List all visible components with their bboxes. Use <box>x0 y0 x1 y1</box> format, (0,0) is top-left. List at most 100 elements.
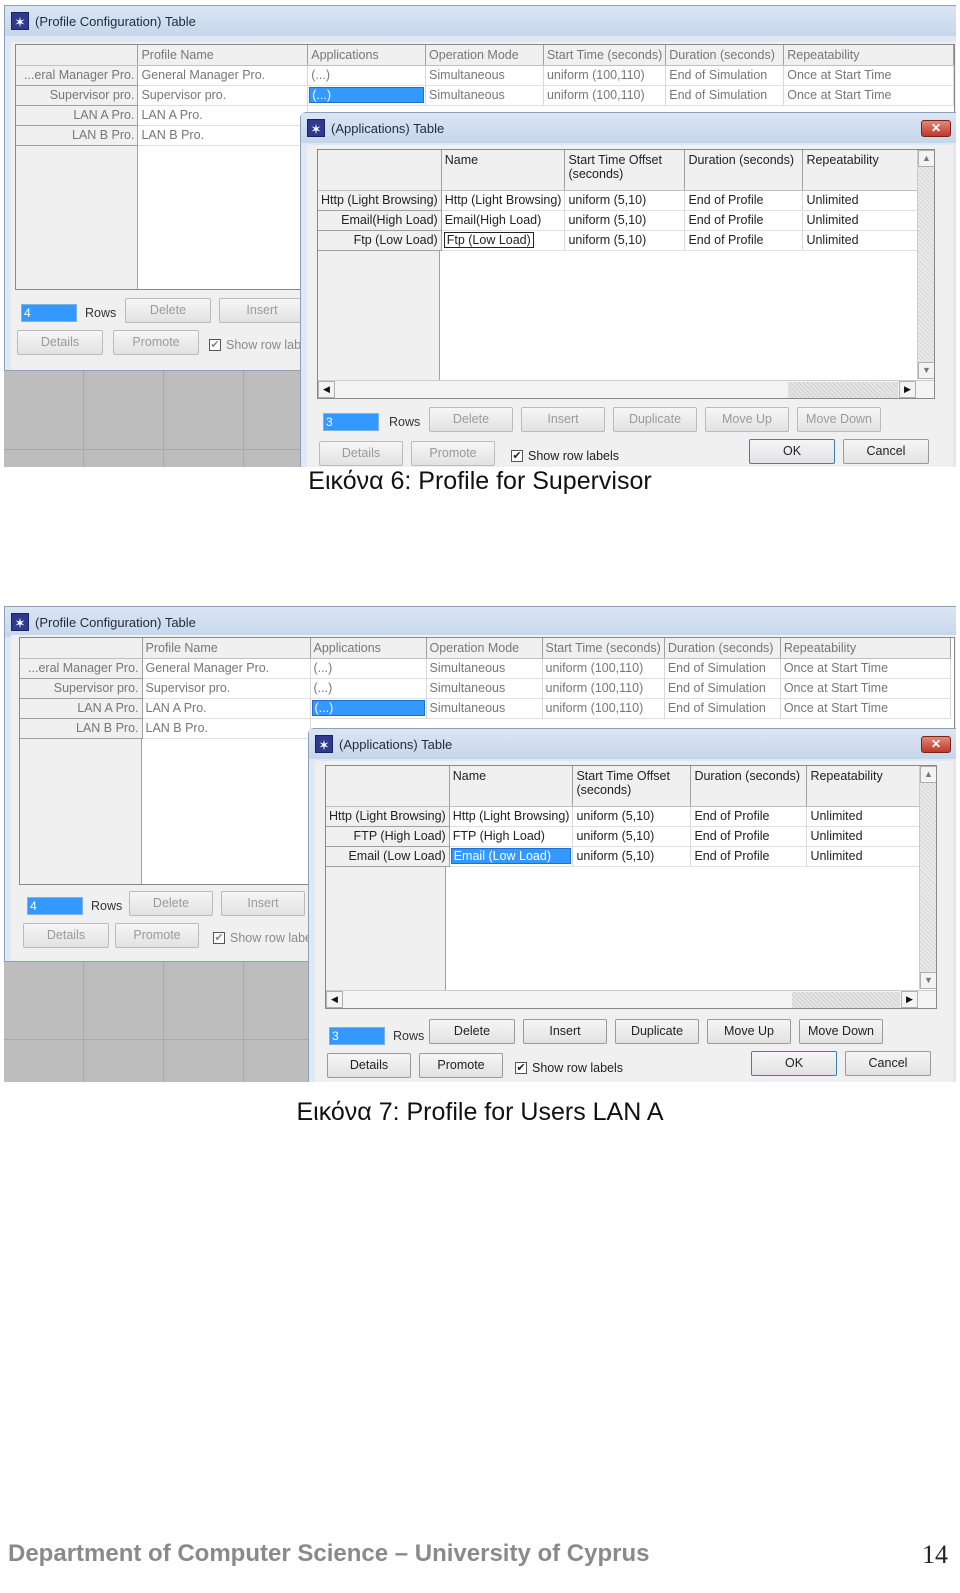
move-up-button[interactable]: Move Up <box>707 1019 791 1044</box>
checkbox-checked-icon[interactable]: ✔ <box>209 339 221 351</box>
rows-count-input[interactable]: 4 <box>21 304 77 322</box>
row-label[interactable]: Ftp (Low Load) <box>318 230 442 251</box>
cell[interactable]: End of Profile <box>690 826 808 847</box>
cell[interactable]: General Manager Pro. <box>137 65 309 86</box>
checkbox-checked-icon[interactable]: ✔ <box>213 932 225 944</box>
cell[interactable]: Simultaneous <box>425 85 544 106</box>
cell[interactable]: uniform (5,10) <box>572 806 692 827</box>
cell[interactable]: uniform (5,10) <box>564 190 686 211</box>
column-header[interactable]: Start Time Offset (seconds) <box>572 766 692 807</box>
column-header[interactable]: Applications <box>307 45 427 66</box>
cell[interactable]: Unlimited <box>806 826 928 847</box>
cell[interactable]: uniform (100,110) <box>542 658 665 679</box>
table-row[interactable]: Ftp (Low Load) Ftp (Low Load) uniform (5… <box>318 230 926 251</box>
details-button[interactable]: Details <box>23 923 109 948</box>
cell[interactable]: uniform (5,10) <box>564 210 686 231</box>
duplicate-button[interactable]: Duplicate <box>613 407 697 432</box>
row-label[interactable]: Supervisor pro. <box>16 85 139 106</box>
cell[interactable]: Supervisor pro. <box>137 85 309 106</box>
vertical-scrollbar[interactable]: ▲ ▼ <box>919 766 936 989</box>
cell[interactable]: uniform (100,110) <box>543 65 667 86</box>
ok-button[interactable]: OK <box>751 1051 837 1076</box>
focused-cell[interactable]: Ftp (Low Load) <box>441 230 566 251</box>
table-row[interactable]: ...eral Manager Pro. General Manager Pro… <box>16 65 954 86</box>
details-button[interactable]: Details <box>327 1053 411 1078</box>
details-button[interactable]: Details <box>17 330 103 355</box>
column-header[interactable]: Repeatability <box>806 766 928 807</box>
delete-button[interactable]: Delete <box>429 1019 515 1044</box>
column-header[interactable]: Duration (seconds) <box>684 150 804 191</box>
horizontal-scrollbar[interactable]: ◀ ▶ <box>326 990 936 1008</box>
cell[interactable]: Simultaneous <box>426 678 543 699</box>
cell[interactable]: Simultaneous <box>426 658 543 679</box>
show-row-labels-checkbox[interactable]: ✔ Show row labels <box>515 1061 623 1075</box>
cell[interactable]: (...) <box>307 65 427 86</box>
cancel-button[interactable]: Cancel <box>843 439 929 464</box>
promote-button[interactable]: Promote <box>411 441 495 466</box>
column-header[interactable]: Operation Mode <box>425 45 544 66</box>
close-icon[interactable]: ✕ <box>921 120 951 137</box>
vertical-scrollbar[interactable]: ▲ ▼ <box>917 150 934 379</box>
duplicate-button[interactable]: Duplicate <box>615 1019 699 1044</box>
cell[interactable]: (...) <box>310 658 427 679</box>
selected-cell[interactable]: (...) <box>307 85 427 106</box>
cell[interactable]: General Manager Pro. <box>142 658 311 679</box>
selected-cell[interactable]: (...) <box>310 698 427 719</box>
table-row[interactable]: Supervisor pro. Supervisor pro. (...) Si… <box>20 678 951 699</box>
scroll-up-icon[interactable]: ▲ <box>918 150 934 167</box>
rows-count-input[interactable]: 3 <box>329 1027 385 1045</box>
row-label[interactable]: Email (Low Load) <box>326 846 450 867</box>
row-label[interactable]: ...eral Manager Pro. <box>20 658 143 679</box>
cell[interactable]: uniform (5,10) <box>572 826 692 847</box>
rows-count-input[interactable]: 3 <box>323 413 379 431</box>
row-label[interactable]: Http (Light Browsing) <box>326 806 450 827</box>
table-row[interactable]: Http (Light Browsing) Http (Light Browsi… <box>326 806 928 827</box>
selected-cell[interactable]: Email (Low Load) <box>449 846 574 867</box>
cell[interactable]: End of Simulation <box>665 65 785 86</box>
row-label[interactable]: Http (Light Browsing) <box>318 190 442 211</box>
cell[interactable]: Unlimited <box>802 230 926 251</box>
delete-button[interactable]: Delete <box>129 891 213 916</box>
focused-cell-value[interactable]: Ftp (Low Load) <box>443 232 534 248</box>
column-header[interactable]: Name <box>449 766 574 807</box>
cell[interactable]: Email(High Load) <box>441 210 566 231</box>
insert-button[interactable]: Insert <box>221 891 305 916</box>
column-header[interactable]: Name <box>441 150 566 191</box>
cell[interactable]: LAN B Pro. <box>142 718 311 739</box>
cell[interactable]: End of Profile <box>684 190 804 211</box>
row-label[interactable]: LAN B Pro. <box>16 125 139 146</box>
scroll-down-icon[interactable]: ▼ <box>920 972 936 989</box>
cell[interactable]: Unlimited <box>802 190 926 211</box>
cell[interactable]: End of Simulation <box>664 678 781 699</box>
column-header[interactable]: Duration (seconds) <box>664 638 781 659</box>
column-header[interactable]: Start Time (seconds) <box>543 45 667 66</box>
promote-button[interactable]: Promote <box>115 923 199 948</box>
row-label[interactable]: LAN A Pro. <box>16 105 139 126</box>
cancel-button[interactable]: Cancel <box>845 1051 931 1076</box>
cell[interactable]: Simultaneous <box>425 65 544 86</box>
column-header[interactable]: Duration (seconds) <box>690 766 808 807</box>
cell[interactable]: Http (Light Browsing) <box>441 190 566 211</box>
cell[interactable]: LAN A Pro. <box>142 698 311 719</box>
checkbox-checked-icon[interactable]: ✔ <box>511 450 523 462</box>
cell[interactable]: FTP (High Load) <box>449 826 574 847</box>
cell[interactable]: End of Simulation <box>665 85 785 106</box>
scroll-right-icon[interactable]: ▶ <box>899 381 916 398</box>
promote-button[interactable]: Promote <box>419 1053 503 1078</box>
scroll-left-icon[interactable]: ◀ <box>318 381 335 398</box>
move-up-button[interactable]: Move Up <box>705 407 789 432</box>
close-icon[interactable]: ✕ <box>921 736 951 753</box>
cell[interactable]: (...) <box>310 678 427 699</box>
column-header[interactable]: Repeatability <box>802 150 926 191</box>
move-down-button[interactable]: Move Down <box>797 407 881 432</box>
cell[interactable]: End of Profile <box>690 846 808 867</box>
cell[interactable]: Http (Light Browsing) <box>449 806 574 827</box>
row-label[interactable]: LAN A Pro. <box>20 698 143 719</box>
column-header[interactable]: Start Time Offset (seconds) <box>564 150 686 191</box>
insert-button[interactable]: Insert <box>523 1019 607 1044</box>
details-button[interactable]: Details <box>319 441 403 466</box>
scroll-left-icon[interactable]: ◀ <box>326 991 343 1008</box>
insert-button[interactable]: Insert <box>521 407 605 432</box>
move-down-button[interactable]: Move Down <box>799 1019 883 1044</box>
scroll-right-icon[interactable]: ▶ <box>901 991 918 1008</box>
